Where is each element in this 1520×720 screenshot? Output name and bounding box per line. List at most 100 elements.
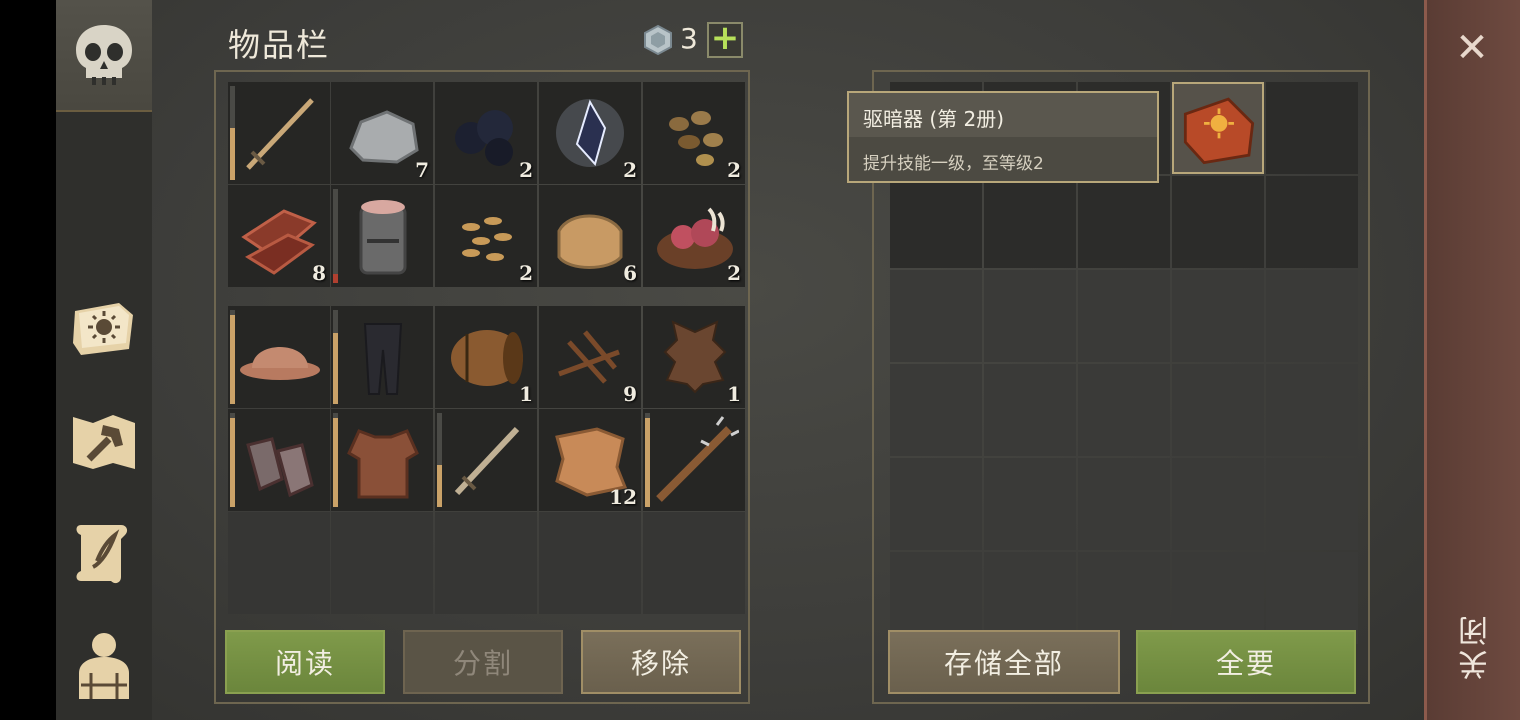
tooltip-description: 提升技能一级，至等级2 (849, 137, 1157, 181)
durability-fill (230, 418, 235, 507)
inventory-slot-raw-meat-bowl[interactable]: 2 (643, 185, 745, 287)
durability-bar (333, 413, 338, 507)
add-slots-button[interactable]: + (707, 21, 743, 58)
inventory-slot-helmet-great[interactable] (331, 185, 433, 287)
store-all-button[interactable]: 存储全部 (888, 630, 1120, 694)
storage-slot-skill-book[interactable] (1172, 82, 1264, 174)
storage-slot-empty[interactable] (890, 364, 982, 456)
inventory-slot-nails[interactable]: 9 (539, 306, 641, 408)
take-all-button[interactable]: 全要 (1136, 630, 1356, 694)
storage-slot-empty[interactable] (1266, 270, 1358, 362)
inventory-slot-cloth[interactable]: 6 (539, 185, 641, 287)
inventory-slot-empty[interactable] (435, 512, 537, 614)
coal-icon (455, 110, 513, 166)
tooltip-title: 驱暗器 (第 2册) (863, 107, 1005, 131)
inventory-slot-crystal[interactable]: 2 (539, 82, 641, 184)
storage-slot-empty[interactable] (1078, 458, 1170, 550)
leather-hide-icon (663, 320, 727, 394)
inventory-slot-rags[interactable]: 12 (539, 409, 641, 511)
item-count: 1 (727, 382, 741, 406)
inventory-slot-leggings[interactable] (331, 306, 433, 408)
item-count: 1 (519, 382, 533, 406)
storage-slot-empty[interactable] (1172, 458, 1264, 550)
storage-slot-empty[interactable] (1266, 82, 1358, 174)
padded-armor-icon (347, 429, 419, 499)
durability-fill (230, 128, 235, 180)
inventory-slot-empty[interactable] (331, 512, 433, 614)
durability-bar (437, 413, 442, 507)
meat-icon (241, 209, 317, 275)
inventory-slot-short-sword[interactable] (435, 409, 537, 511)
inventory-slot-stone[interactable]: 7 (331, 82, 433, 184)
item-count: 8 (312, 261, 326, 285)
item-tooltip: 驱暗器 (第 2册) 提升技能一级，至等级2 (847, 91, 1159, 183)
remove-button[interactable]: 移除 (581, 630, 741, 694)
chain-gloves-icon (246, 437, 314, 498)
durability-bar (230, 86, 235, 180)
item-count: 2 (727, 261, 741, 285)
inventory-slot-empty[interactable] (539, 512, 641, 614)
storage-slot-empty[interactable] (984, 270, 1076, 362)
storage-slot-empty[interactable] (1266, 364, 1358, 456)
durability-bar (230, 310, 235, 404)
durability-bar (333, 189, 338, 283)
skill-book-icon (1183, 97, 1255, 165)
storage-slot-empty[interactable] (890, 458, 982, 550)
character-icon[interactable] (64, 624, 144, 704)
stone-icon (349, 110, 419, 164)
storage-slot-empty[interactable] (1172, 364, 1264, 456)
sun-book-icon[interactable] (64, 288, 144, 368)
sword-icon (246, 98, 314, 170)
inventory-slot-empty[interactable] (643, 512, 745, 614)
storage-slot-empty[interactable] (890, 270, 982, 362)
inventory-slot-meat[interactable]: 8 (228, 185, 330, 287)
durability-fill (333, 418, 338, 507)
storage-slot-empty[interactable] (1172, 176, 1264, 268)
gem-icon (644, 24, 672, 56)
inventory-slot-barrel[interactable]: 1 (435, 306, 537, 408)
inventory-slot-padded-armor[interactable] (331, 409, 433, 511)
inventory-slot-hat-helmet[interactable] (228, 306, 330, 408)
inventory-slot-chain-gloves[interactable] (228, 409, 330, 511)
storage-slot-empty[interactable] (1172, 270, 1264, 362)
skull-icon[interactable] (64, 16, 144, 96)
storage-slot-empty[interactable] (1266, 176, 1358, 268)
storage-slot-empty[interactable] (890, 176, 982, 268)
inventory-slot-seeds[interactable]: 2 (435, 185, 537, 287)
storage-slot-empty[interactable] (1078, 364, 1170, 456)
durability-fill (645, 418, 650, 507)
spiked-club-icon (656, 416, 739, 502)
durability-fill (437, 465, 442, 507)
item-count: 2 (519, 261, 533, 285)
inventory-slot-pebbles[interactable]: 2 (643, 82, 745, 184)
game-screen: 物品栏 3 + 7 2 2 2 8 2 6 2 1 9 1 12 驱暗器 (第 2册) 提升技能一级，… (0, 0, 1520, 720)
storage-slot-empty[interactable] (984, 176, 1076, 268)
split-button[interactable]: 分割 (403, 630, 563, 694)
durability-fill (230, 315, 235, 404)
close-label[interactable]: 关闭 (1455, 612, 1494, 680)
durability-fill (333, 333, 338, 404)
cloth-icon (557, 214, 623, 269)
storage-slot-empty[interactable] (1266, 458, 1358, 550)
inventory-slot-spiked-club[interactable] (643, 409, 745, 511)
storage-slot-empty[interactable] (984, 458, 1076, 550)
quest-scroll-icon[interactable] (64, 512, 144, 592)
storage-slot-empty[interactable] (984, 364, 1076, 456)
inventory-slot-coal[interactable]: 2 (435, 82, 537, 184)
item-count: 2 (519, 158, 533, 182)
pebbles-icon (669, 111, 723, 166)
inventory-slot-sword[interactable] (228, 82, 330, 184)
crafting-hammer-icon[interactable] (64, 400, 144, 480)
close-icon[interactable]: ✕ (1452, 28, 1492, 68)
raw-meat-bowl-icon (657, 207, 733, 269)
inventory-slot-empty[interactable] (228, 512, 330, 614)
item-count: 6 (623, 261, 637, 285)
storage-slot-empty[interactable] (1078, 270, 1170, 362)
item-count: 9 (623, 382, 637, 406)
gem-count: 3 (680, 22, 698, 55)
storage-slot-empty[interactable] (1078, 176, 1170, 268)
inventory-slot-leather-hide[interactable]: 1 (643, 306, 745, 408)
read-button[interactable]: 阅读 (225, 630, 385, 694)
durability-fill (333, 274, 338, 283)
durability-bar (230, 413, 235, 507)
